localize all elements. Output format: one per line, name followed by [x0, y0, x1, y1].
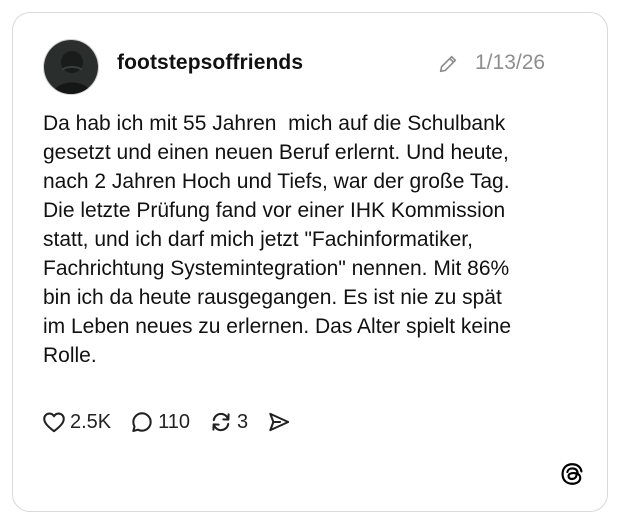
share-button[interactable]: [266, 409, 292, 435]
action-bar: 2.5K 110 3: [41, 407, 310, 437]
avatar[interactable]: [43, 39, 99, 95]
reply-count: 110: [158, 410, 191, 433]
repost-count: 3: [237, 410, 249, 433]
avatar-image: [44, 40, 98, 94]
post-card: footstepsoffriends 1/13/26 Da hab ich mi…: [12, 12, 608, 512]
pencil-icon: [439, 55, 457, 73]
heart-icon: [43, 412, 65, 433]
repost-button[interactable]: 3: [208, 409, 248, 435]
post-date[interactable]: 1/13/26: [475, 51, 545, 75]
like-count: 2.5K: [70, 410, 112, 433]
post-text: Da hab ich mit 55 Jahren mich auf die Sc…: [43, 112, 512, 367]
speech-bubble-icon: [132, 412, 152, 433]
send-icon: [269, 412, 290, 432]
reply-button[interactable]: 110: [129, 409, 190, 435]
like-button[interactable]: 2.5K: [41, 409, 111, 435]
repost-arrows-icon: [212, 412, 230, 432]
username[interactable]: footstepsoffriends: [117, 51, 303, 75]
threads-logo-icon[interactable]: [559, 461, 585, 487]
